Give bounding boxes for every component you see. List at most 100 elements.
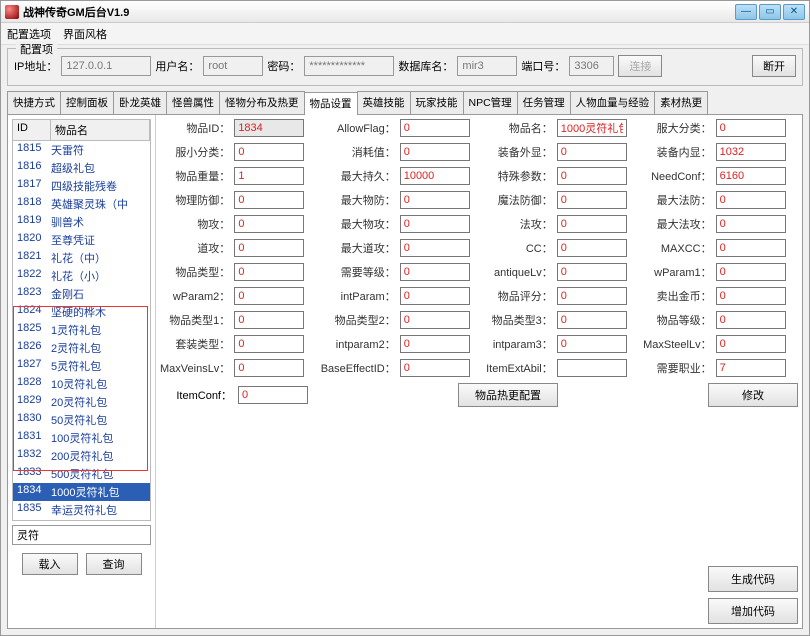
field-input[interactable] bbox=[400, 119, 470, 137]
field-input[interactable] bbox=[234, 143, 304, 161]
list-item[interactable]: 1821礼花（中） bbox=[13, 249, 150, 267]
minimize-button[interactable]: — bbox=[735, 4, 757, 20]
list-item[interactable]: 1831100灵符礼包 bbox=[13, 429, 150, 447]
tab-11[interactable]: 素材热更 bbox=[654, 91, 708, 114]
tab-3[interactable]: 怪兽属性 bbox=[166, 91, 220, 114]
field-input[interactable] bbox=[400, 215, 470, 233]
tab-5[interactable]: 物品设置 bbox=[304, 92, 358, 115]
tab-4[interactable]: 怪物分布及热更 bbox=[219, 91, 305, 114]
field-input[interactable] bbox=[400, 311, 470, 329]
tab-1[interactable]: 控制面板 bbox=[60, 91, 114, 114]
field-input[interactable] bbox=[557, 143, 627, 161]
tab-8[interactable]: NPC管理 bbox=[463, 91, 518, 114]
field-input[interactable] bbox=[234, 287, 304, 305]
field-input[interactable] bbox=[557, 167, 627, 185]
db-input[interactable] bbox=[457, 56, 517, 76]
field-input[interactable] bbox=[234, 167, 304, 185]
tab-2[interactable]: 卧龙英雄 bbox=[113, 91, 167, 114]
list-item[interactable]: 1817四级技能残卷 bbox=[13, 177, 150, 195]
menu-style[interactable]: 界面风格 bbox=[63, 26, 107, 42]
list-item[interactable]: 1832200灵符礼包 bbox=[13, 447, 150, 465]
field-input[interactable] bbox=[400, 287, 470, 305]
field-input[interactable] bbox=[400, 239, 470, 257]
field-input[interactable] bbox=[716, 167, 786, 185]
list-item[interactable]: 1823金刚石 bbox=[13, 285, 150, 303]
field-input[interactable] bbox=[557, 215, 627, 233]
list-item[interactable]: 1818英雄聚灵珠（中 bbox=[13, 195, 150, 213]
field-input[interactable] bbox=[234, 215, 304, 233]
field-label: 装备外显： bbox=[486, 144, 553, 160]
addcode-button[interactable]: 增加代码 bbox=[708, 598, 798, 624]
field-input[interactable] bbox=[234, 335, 304, 353]
field-input[interactable] bbox=[557, 239, 627, 257]
field-input[interactable] bbox=[716, 239, 786, 257]
field-input[interactable] bbox=[557, 287, 627, 305]
list-item[interactable]: 182810灵符礼包 bbox=[13, 375, 150, 393]
tab-7[interactable]: 玩家技能 bbox=[410, 91, 464, 114]
gencode-button[interactable]: 生成代码 bbox=[708, 566, 798, 592]
list-item[interactable]: 183650倍秘籍 bbox=[13, 519, 150, 521]
field-input[interactable] bbox=[716, 359, 786, 377]
item-list[interactable]: 1815天雷符1816超级礼包1817四级技能残卷1818英雄聚灵珠（中1819… bbox=[12, 141, 151, 521]
list-item[interactable]: 183050灵符礼包 bbox=[13, 411, 150, 429]
field-input[interactable] bbox=[400, 263, 470, 281]
list-item[interactable]: 1833500灵符礼包 bbox=[13, 465, 150, 483]
close-button[interactable]: ✕ bbox=[783, 4, 805, 20]
list-item[interactable]: 1820至尊凭证 bbox=[13, 231, 150, 249]
hotupdate-button[interactable]: 物品热更配置 bbox=[458, 383, 558, 407]
field-input[interactable] bbox=[716, 143, 786, 161]
disconnect-button[interactable]: 断开 bbox=[752, 55, 796, 77]
field-input[interactable] bbox=[557, 263, 627, 281]
field-input[interactable] bbox=[400, 191, 470, 209]
field-input[interactable] bbox=[234, 263, 304, 281]
tab-0[interactable]: 快捷方式 bbox=[7, 91, 61, 114]
field-input[interactable] bbox=[557, 191, 627, 209]
port-input[interactable] bbox=[569, 56, 614, 76]
list-item[interactable]: 1815天雷符 bbox=[13, 141, 150, 159]
list-item[interactable]: 18341000灵符礼包 bbox=[13, 483, 150, 501]
field-input[interactable] bbox=[400, 167, 470, 185]
field-input[interactable] bbox=[716, 119, 786, 137]
search-input[interactable] bbox=[12, 525, 151, 545]
tab-6[interactable]: 英雄技能 bbox=[357, 91, 411, 114]
field-input[interactable] bbox=[234, 311, 304, 329]
list-item[interactable]: 18262灵符礼包 bbox=[13, 339, 150, 357]
list-item[interactable]: 1835幸运灵符礼包 bbox=[13, 501, 150, 519]
field-input[interactable] bbox=[400, 359, 470, 377]
list-item[interactable]: 182920灵符礼包 bbox=[13, 393, 150, 411]
list-item[interactable]: 1819驯兽术 bbox=[13, 213, 150, 231]
menu-config[interactable]: 配置选项 bbox=[7, 26, 51, 42]
list-item[interactable]: 1816超级礼包 bbox=[13, 159, 150, 177]
field-input[interactable] bbox=[557, 359, 627, 377]
field-input[interactable] bbox=[716, 335, 786, 353]
field-input[interactable] bbox=[716, 215, 786, 233]
list-item[interactable]: 18275灵符礼包 bbox=[13, 357, 150, 375]
field-input[interactable] bbox=[716, 311, 786, 329]
field-input[interactable] bbox=[557, 311, 627, 329]
field-input[interactable] bbox=[234, 191, 304, 209]
field-input[interactable] bbox=[716, 287, 786, 305]
modify-button[interactable]: 修改 bbox=[708, 383, 798, 407]
pwd-input[interactable] bbox=[304, 56, 394, 76]
list-item[interactable]: 18251灵符礼包 bbox=[13, 321, 150, 339]
tab-10[interactable]: 人物血量与经验 bbox=[570, 91, 656, 114]
field-input[interactable] bbox=[234, 359, 304, 377]
field-input[interactable] bbox=[400, 143, 470, 161]
field-input[interactable] bbox=[557, 119, 627, 137]
tab-9[interactable]: 任务管理 bbox=[517, 91, 571, 114]
maximize-button[interactable]: ▭ bbox=[759, 4, 781, 20]
field-input[interactable] bbox=[234, 119, 304, 137]
itemconf-input[interactable] bbox=[238, 386, 308, 404]
connect-button[interactable]: 连接 bbox=[618, 55, 662, 77]
field-input[interactable] bbox=[234, 239, 304, 257]
user-input[interactable] bbox=[203, 56, 263, 76]
list-item[interactable]: 1824坚硬的桦木 bbox=[13, 303, 150, 321]
ip-input[interactable] bbox=[61, 56, 151, 76]
field-input[interactable] bbox=[716, 263, 786, 281]
load-button[interactable]: 载入 bbox=[22, 553, 78, 575]
field-input[interactable] bbox=[400, 335, 470, 353]
field-input[interactable] bbox=[557, 335, 627, 353]
field-input[interactable] bbox=[716, 191, 786, 209]
list-item[interactable]: 1822礼花（小） bbox=[13, 267, 150, 285]
query-button[interactable]: 查询 bbox=[86, 553, 142, 575]
